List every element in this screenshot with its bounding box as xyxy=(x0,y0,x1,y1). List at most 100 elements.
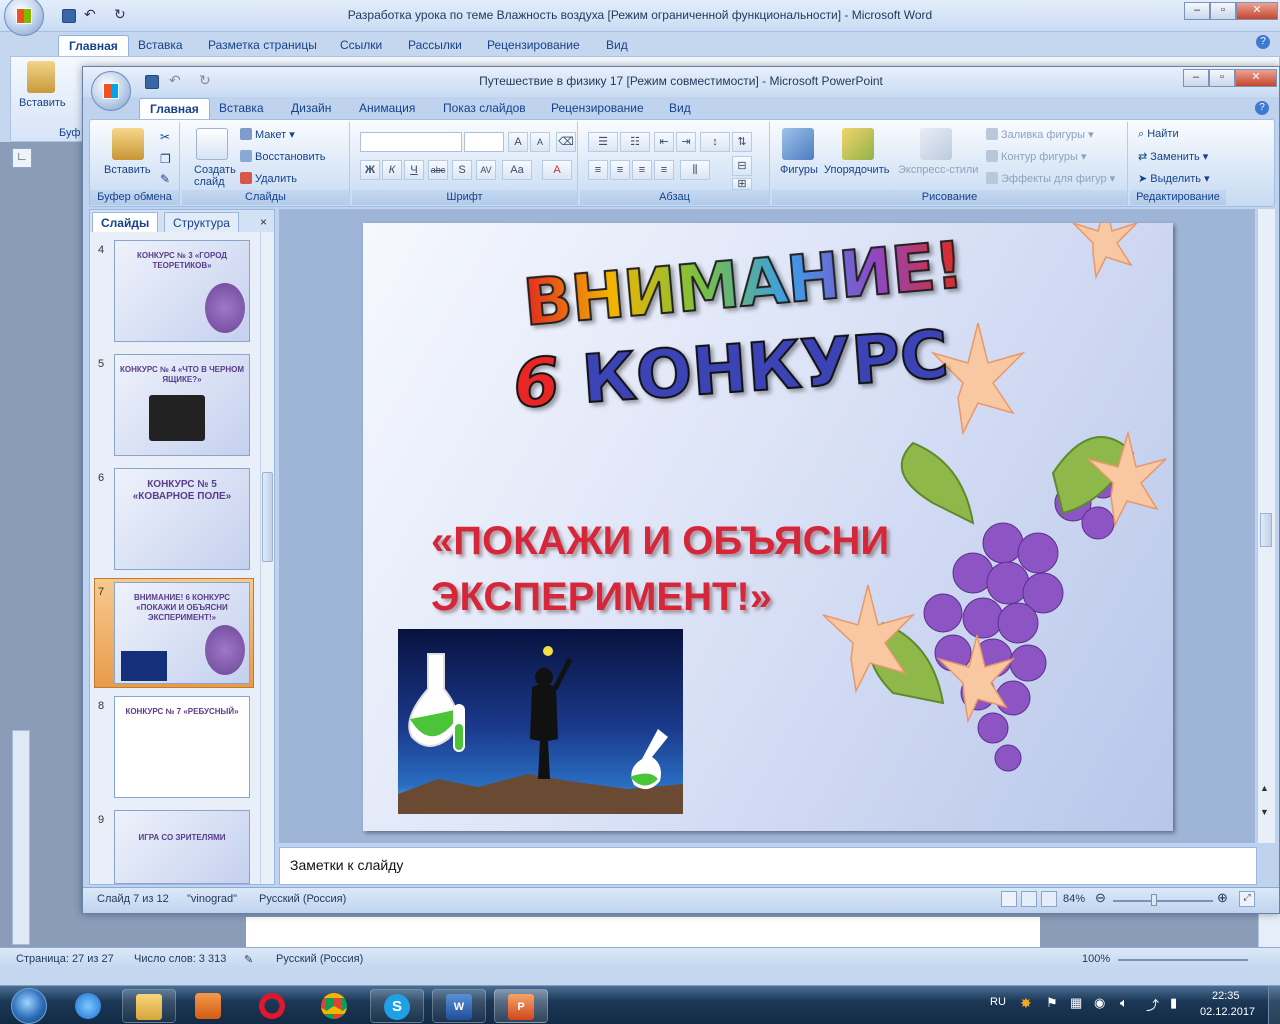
current-slide[interactable]: ВНИМАНИЕ! 6 КОНКУРС «ПОКАЖИ И ОБЪЯСНИ ЭКС… xyxy=(363,223,1173,831)
volume-icon[interactable]: 🔈︎ xyxy=(1120,995,1128,1011)
align-right-icon[interactable]: ≡ xyxy=(632,160,652,180)
increase-indent-icon[interactable]: ⇥ xyxy=(676,132,696,152)
bold-icon[interactable]: Ж xyxy=(360,160,380,180)
quick-styles-icon[interactable] xyxy=(920,128,952,160)
normal-view-icon[interactable] xyxy=(1001,891,1017,907)
char-spacing-icon[interactable]: AV xyxy=(476,160,496,180)
decrease-indent-icon[interactable]: ⇤ xyxy=(654,132,674,152)
word-zoom-slider[interactable] xyxy=(1118,959,1248,961)
reset-button[interactable]: Восстановить xyxy=(240,150,325,163)
taskbar-ie[interactable] xyxy=(62,989,116,1023)
taskbar-powerpoint[interactable]: P xyxy=(494,989,548,1023)
align-text-icon[interactable]: ⊟ xyxy=(732,156,752,176)
shapes-icon[interactable] xyxy=(782,128,814,160)
word-tab-layout[interactable]: Разметка страницы xyxy=(198,35,327,56)
experiment-picture[interactable] xyxy=(398,629,683,814)
start-button[interactable] xyxy=(4,986,54,1024)
editor-scroll-thumb[interactable] xyxy=(1260,513,1272,547)
word-tab-home[interactable]: Главная xyxy=(58,35,129,56)
format-painter-icon[interactable]: ✎ xyxy=(160,172,170,186)
spellcheck-icon[interactable]: ✎ xyxy=(244,953,253,966)
slide-thumbnail-6[interactable]: КОНКУРС № 5 «КОВАРНОЕ ПОЛЕ» xyxy=(114,468,250,570)
word-tab-review[interactable]: Рецензирование xyxy=(477,35,590,56)
ppt-tab-insert[interactable]: Вставка xyxy=(209,98,274,119)
notes-pane[interactable]: Заметки к слайду xyxy=(279,847,1257,885)
ppt-help-icon[interactable]: ? xyxy=(1255,101,1269,115)
clock-time[interactable]: 22:35 xyxy=(1212,990,1240,1002)
shape-outline-button[interactable]: Контур фигуры ▾ xyxy=(986,150,1087,163)
line-spacing-icon[interactable]: ↕ xyxy=(700,132,730,152)
ruler-toggle-icon[interactable]: ∟ xyxy=(12,148,32,168)
show-desktop-button[interactable] xyxy=(1268,986,1280,1024)
word-paste-label[interactable]: Вставить xyxy=(19,97,66,109)
smartart-icon[interactable]: ⊞ xyxy=(732,178,752,190)
slide-thumbnail-9[interactable]: ИГРА СО ЗРИТЕЛЯМИ xyxy=(114,810,250,884)
paste-button[interactable]: Вставить xyxy=(104,164,151,176)
clear-format-icon[interactable]: ⌫ xyxy=(556,132,576,152)
justify-icon[interactable]: ≡ xyxy=(654,160,674,180)
word-word-count[interactable]: Число слов: 3 313 xyxy=(134,953,226,965)
bullets-icon[interactable]: ☰ xyxy=(588,132,618,152)
taskbar-opera[interactable] xyxy=(246,989,300,1023)
columns-icon[interactable]: ⫼ xyxy=(680,160,710,180)
new-slide-icon[interactable] xyxy=(196,128,228,160)
word-paste-icon[interactable] xyxy=(27,61,55,93)
word-close-button[interactable]: ✕ xyxy=(1236,2,1278,20)
slide-thumbnail-5[interactable]: КОНКУРС № 4 «ЧТО В ЧЕРНОМ ЯЩИКЕ?» xyxy=(114,354,250,456)
align-center-icon[interactable]: ≡ xyxy=(610,160,630,180)
shape-fill-button[interactable]: Заливка фигуры ▾ xyxy=(986,128,1094,141)
tab-slides[interactable]: Слайды xyxy=(92,212,159,232)
delete-slide-button[interactable]: Удалить xyxy=(240,172,297,185)
slide-subtitle[interactable]: «ПОКАЖИ И ОБЪЯСНИ ЭКСПЕРИМЕНТ!» xyxy=(431,513,889,625)
ppt-tab-review[interactable]: Рецензирование xyxy=(541,98,654,119)
prev-slide-icon[interactable]: ▲ xyxy=(1260,783,1269,793)
word-tab-references[interactable]: Ссылки xyxy=(330,35,392,56)
slide-thumbnail-8[interactable]: КОНКУРС № 7 «РЕБУСНЫЙ» xyxy=(114,696,250,798)
slideshow-view-icon[interactable] xyxy=(1041,891,1057,907)
shield-icon[interactable]: ◉ xyxy=(1094,995,1105,1011)
shape-effects-button[interactable]: Эффекты для фигур ▾ xyxy=(986,172,1115,185)
slide-thumbnail-7[interactable]: ВНИМАНИЕ! 6 КОНКУРС «ПОКАЖИ И ОБЪЯСНИ ЭК… xyxy=(114,582,250,684)
ppt-tab-slideshow[interactable]: Показ слайдов xyxy=(433,98,536,119)
new-slide-button[interactable]: Создать слайд xyxy=(194,164,244,188)
ppt-maximize-button[interactable]: ▫ xyxy=(1209,69,1235,87)
arrow-tray-icon[interactable]: ⤴ xyxy=(1146,995,1159,1014)
change-case-icon[interactable]: Aa xyxy=(502,160,532,180)
next-slide-icon[interactable]: ▼ xyxy=(1260,807,1269,817)
word-minimize-button[interactable]: – xyxy=(1184,2,1210,20)
ppt-language-status[interactable]: Русский (Россия) xyxy=(259,893,346,905)
ppt-tab-view[interactable]: Вид xyxy=(659,98,701,119)
shadow-icon[interactable]: S xyxy=(452,160,472,180)
tab-outline[interactable]: Структура xyxy=(164,212,239,232)
ppt-zoom-level[interactable]: 84% xyxy=(1063,893,1085,905)
select-button[interactable]: ➤ Выделить ▾ xyxy=(1138,172,1210,185)
word-page[interactable] xyxy=(246,917,1040,947)
numbering-icon[interactable]: ☷ xyxy=(620,132,650,152)
text-direction-icon[interactable]: ⇅ xyxy=(732,132,752,152)
arrange-icon[interactable] xyxy=(842,128,874,160)
word-tab-view[interactable]: Вид xyxy=(596,35,638,56)
grow-font-icon[interactable]: A xyxy=(508,132,528,152)
ppt-zoom-slider[interactable] xyxy=(1113,900,1213,902)
pane-scroll-thumb[interactable] xyxy=(262,472,273,562)
power-icon[interactable]: ▮ xyxy=(1170,995,1177,1011)
ppt-tab-animation[interactable]: Анимация xyxy=(349,98,425,119)
cut-icon[interactable]: ✂ xyxy=(160,130,170,144)
taskbar-media[interactable] xyxy=(182,989,236,1023)
align-left-icon[interactable]: ≡ xyxy=(588,160,608,180)
word-language-status[interactable]: Русский (Россия) xyxy=(276,953,363,965)
font-name-select[interactable] xyxy=(360,132,462,152)
italic-icon[interactable]: К xyxy=(382,160,402,180)
taskbar-explorer[interactable] xyxy=(122,989,176,1023)
editor-scrollbar[interactable]: ▲ ▼ xyxy=(1257,209,1275,843)
word-maximize-button[interactable]: ▫ xyxy=(1210,2,1236,20)
taskbar-word[interactable]: W xyxy=(432,989,486,1023)
input-language[interactable]: RU xyxy=(990,996,1006,1008)
fit-to-window-icon[interactable]: ⤢ xyxy=(1239,891,1255,907)
strikethrough-icon[interactable]: abc xyxy=(428,160,448,180)
font-color-icon[interactable]: A xyxy=(542,160,572,180)
taskbar-skype[interactable]: S xyxy=(370,989,424,1023)
shapes-button[interactable]: Фигуры xyxy=(780,164,818,176)
word-tab-mailings[interactable]: Рассылки xyxy=(398,35,472,56)
shrink-font-icon[interactable]: A xyxy=(530,132,550,152)
